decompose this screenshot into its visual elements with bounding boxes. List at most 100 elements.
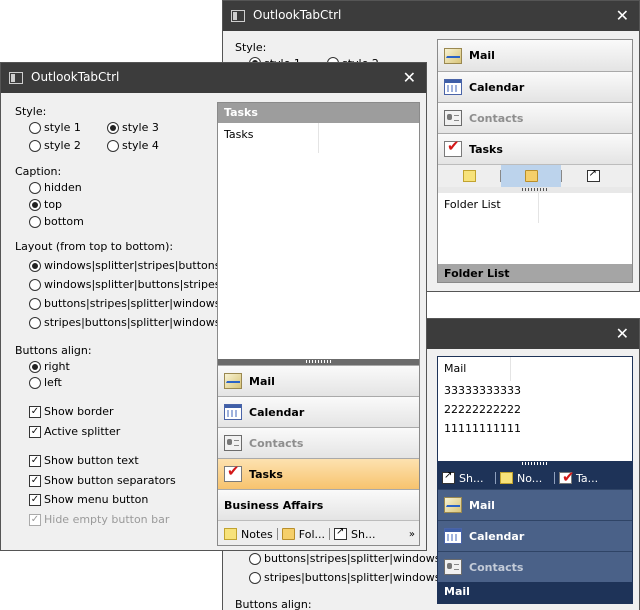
- page-tasks: Tasks: [218, 123, 419, 359]
- button-label: Calendar: [469, 529, 525, 543]
- button-contacts[interactable]: Contacts: [218, 427, 419, 458]
- radio-indicator: [29, 297, 41, 310]
- bar-item-tasks[interactable]: Ta...: [555, 468, 615, 488]
- radio-indicator: [107, 121, 119, 134]
- page-text: Tasks: [224, 128, 254, 141]
- bar-item-folder[interactable]: Fol...: [278, 524, 329, 544]
- calendar-icon: [444, 79, 462, 95]
- style-radio-1[interactable]: style 1: [29, 121, 81, 134]
- button-mail[interactable]: Mail: [438, 489, 632, 520]
- tasks-icon: [224, 462, 242, 482]
- radio-indicator: [29, 121, 41, 134]
- button-calendar[interactable]: Calendar: [438, 71, 632, 102]
- radio-indicator: [29, 198, 41, 211]
- number-line: 22222222222: [444, 403, 521, 416]
- button-mail[interactable]: Mail: [218, 365, 419, 396]
- radio-indicator: [29, 376, 41, 389]
- radio-indicator: [29, 360, 41, 373]
- layout-radio-4[interactable]: stripes|buttons|splitter|windows: [249, 571, 440, 584]
- checkbox-indicator: ✓: [29, 474, 41, 487]
- button-mail[interactable]: Mail: [438, 40, 632, 71]
- buttons-align-label: Buttons align:: [235, 598, 312, 610]
- button-tasks[interactable]: Tasks: [218, 458, 419, 489]
- button-calendar[interactable]: Calendar: [218, 396, 419, 427]
- radio-indicator: [29, 139, 41, 152]
- radio-indicator: [29, 278, 41, 291]
- radio-indicator: [29, 259, 41, 272]
- checkbox-show-menu-button[interactable]: ✓ Show menu button: [29, 493, 148, 506]
- checkbox-hide-empty-button-bar: ✓ Hide empty button bar: [29, 513, 169, 526]
- layout-radio-3[interactable]: buttons|stripes|splitter|windows: [29, 297, 220, 310]
- title-bar[interactable]: OutlookTabCtrl ✕: [1, 63, 426, 93]
- bar-item-notes[interactable]: Notes: [218, 524, 277, 544]
- checkbox-show-button-separators[interactable]: ✓ Show button separators: [29, 474, 176, 487]
- radio-indicator: [29, 215, 41, 228]
- radio-label: style 1: [44, 121, 81, 134]
- button-tasks[interactable]: Tasks: [438, 133, 632, 164]
- tasks-icon: [444, 137, 462, 157]
- checkbox-indicator: ✓: [29, 513, 41, 526]
- window-front: OutlookTabCtrl ✕ Style: style 1 style 3 …: [0, 62, 427, 551]
- layout-radio-2[interactable]: windows|splitter|buttons|stripes: [29, 278, 220, 291]
- checkbox-label: Show menu button: [44, 493, 149, 506]
- shortcut-icon: [334, 526, 347, 540]
- button-label: Mail: [249, 374, 275, 388]
- title-bar[interactable]: OutlookTabCtrl ✕: [223, 1, 639, 31]
- layout-radio-4[interactable]: stripes|buttons|splitter|windows: [29, 316, 220, 329]
- caption-radio-top[interactable]: top: [29, 198, 62, 211]
- close-icon[interactable]: ✕: [616, 324, 629, 343]
- checkbox-active-splitter[interactable]: ✓ Active splitter: [29, 425, 120, 438]
- layout-radio-3[interactable]: buttons|stripes|splitter|windows: [249, 552, 440, 565]
- button-contacts[interactable]: Contacts: [438, 102, 632, 133]
- style-radio-4[interactable]: style 4: [107, 139, 159, 152]
- menu-button-chevron-icon[interactable]: »: [409, 529, 419, 540]
- window-icon: [9, 72, 23, 84]
- mail-icon: [444, 497, 462, 513]
- bar-item-shortcut[interactable]: Sh...: [438, 468, 495, 488]
- number-line: 11111111111: [444, 422, 521, 435]
- caption-label: Caption:: [15, 165, 62, 178]
- calendar-icon: [224, 404, 242, 420]
- button-calendar[interactable]: Calendar: [438, 520, 632, 551]
- close-icon[interactable]: ✕: [616, 6, 629, 25]
- radio-label: style 4: [122, 139, 159, 152]
- control-caption: Tasks: [218, 103, 419, 123]
- outlook-tab-ctrl: Tasks Tasks Mail Calendar Contacts Tasks…: [217, 102, 420, 546]
- button-contacts[interactable]: Contacts: [438, 551, 632, 582]
- radio-label: windows|splitter|stripes|buttons: [44, 259, 221, 272]
- splitter-grip: [522, 462, 548, 465]
- style-radio-2[interactable]: style 2: [29, 139, 81, 152]
- outlook-tab-ctrl: Mail 33333333333 22222222222 11111111111…: [437, 356, 633, 604]
- style-radio-3[interactable]: style 3: [107, 121, 159, 134]
- caption-radio-hidden[interactable]: hidden: [29, 181, 82, 194]
- mail-icon: [224, 373, 242, 389]
- tasks-icon: [559, 468, 575, 486]
- layout-radio-1[interactable]: windows|splitter|stripes|buttons: [29, 259, 220, 272]
- button-bar: Notes Fol... Sh... »: [218, 520, 419, 545]
- checkbox-indicator: ✓: [29, 405, 41, 418]
- bar-item-label: No...: [517, 471, 543, 485]
- page-text: Mail: [444, 362, 467, 375]
- bar-item-shortcut[interactable]: [562, 166, 624, 186]
- bar-item-notes[interactable]: [438, 166, 500, 186]
- page-mail: Mail 33333333333 22222222222 11111111111: [438, 357, 632, 461]
- calendar-icon: [444, 528, 462, 544]
- button-business-affairs[interactable]: Business Affairs: [218, 489, 419, 520]
- bar-item-folder[interactable]: [501, 164, 561, 188]
- bar-item-label: Fol...: [298, 527, 325, 541]
- button-label: Contacts: [469, 560, 524, 574]
- radio-label: style 2: [44, 139, 81, 152]
- checkbox-show-border[interactable]: ✓ Show border: [29, 405, 114, 418]
- bar-item-shortcut[interactable]: Sh...: [330, 524, 379, 544]
- button-label: Calendar: [249, 405, 305, 419]
- close-icon[interactable]: ✕: [403, 68, 416, 87]
- align-radio-right[interactable]: right: [29, 360, 70, 373]
- caption-radio-bottom[interactable]: bottom: [29, 215, 84, 228]
- checkbox-label: Show button text: [44, 454, 139, 467]
- align-radio-left[interactable]: left: [29, 376, 62, 389]
- radio-label: stripes|buttons|splitter|windows: [264, 571, 441, 584]
- bar-item-notes[interactable]: No...: [496, 468, 554, 488]
- checkbox-show-button-text[interactable]: ✓ Show button text: [29, 454, 139, 467]
- button-label: Tasks: [249, 467, 283, 481]
- radio-label: top: [44, 198, 63, 211]
